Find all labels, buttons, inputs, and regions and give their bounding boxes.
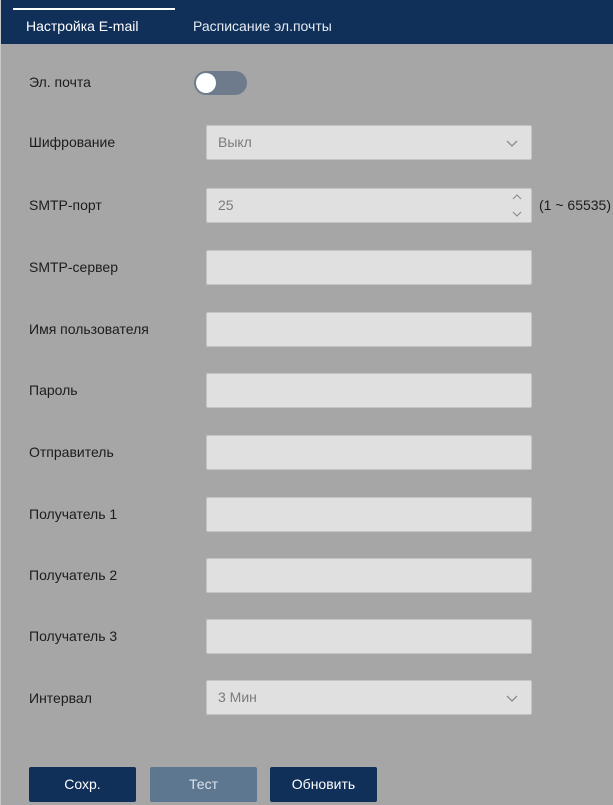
username-input[interactable] [206, 312, 532, 347]
email-label: Эл. почта [29, 74, 91, 90]
recipient2-input[interactable] [206, 558, 532, 593]
recipient3-label: Получатель 3 [29, 628, 118, 644]
tab-email-settings[interactable]: Настройка E-mail [13, 8, 175, 44]
encryption-label: Шифрование [29, 134, 116, 150]
recipient2-label: Получатель 2 [29, 567, 118, 583]
email-settings-panel: Настройка E-mail Расписание эл.почты Эл.… [0, 0, 613, 805]
spinner-arrows-icon[interactable] [511, 191, 523, 220]
toggle-knob [196, 73, 216, 93]
sender-label: Отправитель [29, 444, 114, 460]
interval-select[interactable]: 3 Мин [206, 680, 532, 715]
email-toggle[interactable] [194, 71, 247, 95]
tab-email-schedule[interactable]: Расписание эл.почты [193, 8, 332, 44]
chevron-down-icon [506, 695, 518, 702]
smtp-port-label: SMTP-порт [29, 197, 102, 213]
smtp-port-range: (1 ~ 65535) [539, 197, 611, 213]
test-button[interactable]: Тест [150, 767, 257, 802]
chevron-down-icon [506, 140, 518, 147]
recipient1-label: Получатель 1 [29, 506, 118, 522]
interval-label: Интервал [29, 690, 92, 706]
username-label: Имя пользователя [29, 321, 149, 337]
save-button[interactable]: Сохр. [29, 767, 136, 802]
password-input[interactable] [206, 373, 532, 408]
smtp-server-label: SMTP-сервер [29, 259, 118, 275]
sender-input[interactable] [206, 435, 532, 470]
encryption-value: Выкл [218, 134, 252, 150]
smtp-port-value: 25 [218, 197, 234, 213]
smtp-server-input[interactable] [206, 250, 532, 285]
refresh-button[interactable]: Обновить [270, 767, 377, 802]
password-label: Пароль [29, 382, 78, 398]
smtp-port-input[interactable]: 25 [206, 188, 532, 223]
interval-value: 3 Мин [218, 689, 257, 705]
tab-bar: Настройка E-mail Расписание эл.почты [1, 0, 613, 44]
recipient1-input[interactable] [206, 497, 532, 532]
encryption-select[interactable]: Выкл [206, 125, 532, 160]
recipient3-input[interactable] [206, 619, 532, 654]
